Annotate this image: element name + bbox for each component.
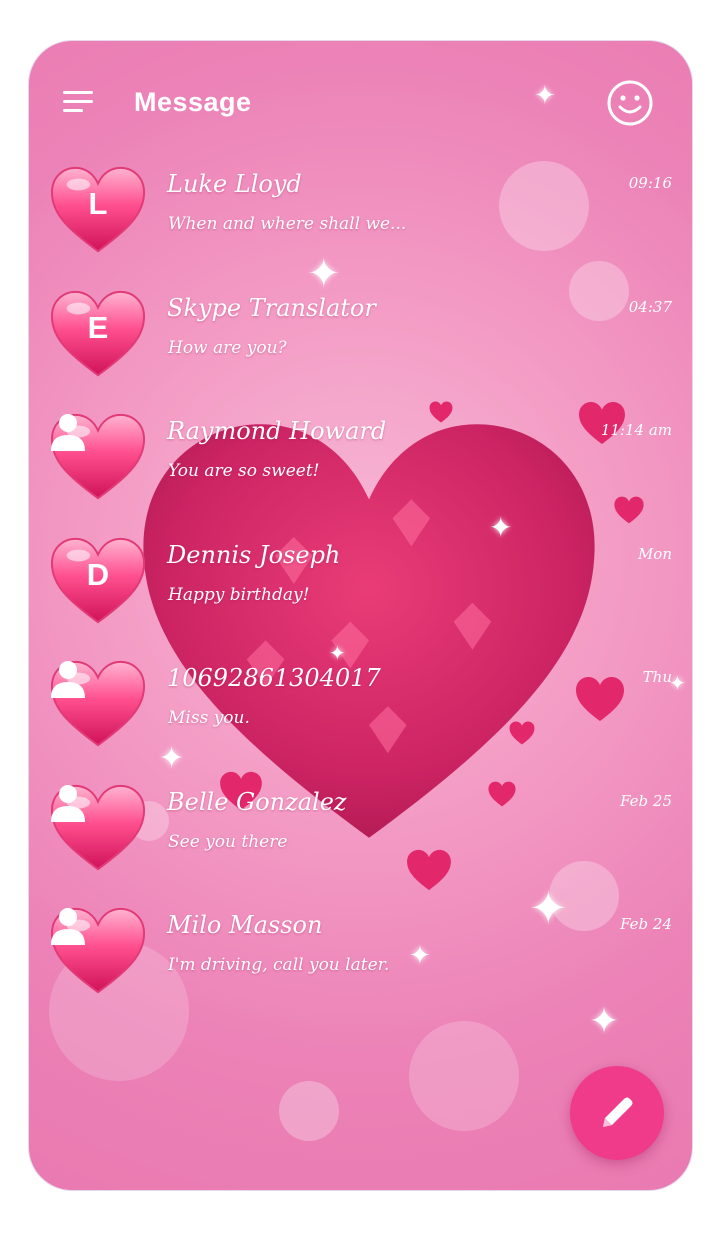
conversation-row[interactable]: Raymond Howard You are so sweet! 11:14 a… [29,411,692,529]
person-icon [51,661,85,698]
message-preview: Miss you. [168,708,250,728]
avatar-letter: E [87,310,109,345]
avatar-letter: D [86,557,110,592]
message-preview: Happy birthday! [168,585,310,605]
message-preview: When and where shall we... [168,214,407,234]
avatar [49,411,147,503]
conversation-row[interactable]: 10692861304017 Miss you. Thu [29,658,692,776]
message-preview: How are you? [168,338,287,358]
message-time: Mon [637,545,672,563]
message-time: Thu [642,668,672,686]
person-icon [51,908,85,945]
message-time: 11:14 am [600,421,672,439]
compose-button[interactable] [570,1066,664,1160]
person-icon [51,785,85,822]
avatar [49,658,147,750]
contact-name: Milo Masson [167,911,323,939]
avatar: E [49,288,147,380]
message-preview: See you there [168,832,288,852]
app-header: Message [29,41,692,161]
smiley-face-icon[interactable] [606,79,654,127]
message-preview: I'm driving, call you later. [168,955,390,975]
conversation-row[interactable]: D Dennis Joseph Happy birthday! Mon [29,535,692,653]
phone-screen: ✦ ✦ ✦ ✦ ✦ ✦ ✦ ✦ ✦ Message L Luke Lloyd W… [28,40,693,1191]
contact-name: 10692861304017 [167,664,381,692]
contact-name: Dennis Joseph [167,541,341,569]
contact-name: Luke Lloyd [167,170,302,198]
contact-name: Skype Translator [167,294,376,322]
contact-name: Belle Gonzalez [167,788,347,816]
avatar [49,782,147,874]
conversation-row[interactable]: L Luke Lloyd When and where shall we... … [29,164,692,282]
pencil-compose-icon [603,1097,633,1127]
message-time: Feb 25 [620,792,672,810]
message-preview: You are so sweet! [168,461,320,481]
avatar-letter: L [88,186,108,221]
contact-name: Raymond Howard [167,417,387,445]
person-icon [51,414,85,451]
conversation-row[interactable]: Milo Masson I'm driving, call you later.… [29,905,692,1023]
page-title: Message [134,87,252,117]
hamburger-menu-icon[interactable] [63,91,97,117]
avatar: L [49,164,147,256]
message-time: 09:16 [628,174,672,192]
message-time: 04:37 [628,298,672,316]
conversation-row[interactable]: Belle Gonzalez See you there Feb 25 [29,782,692,900]
avatar [49,905,147,997]
conversation-row[interactable]: E Skype Translator How are you? 04:37 [29,288,692,406]
avatar: D [49,535,147,627]
message-time: Feb 24 [620,915,672,933]
